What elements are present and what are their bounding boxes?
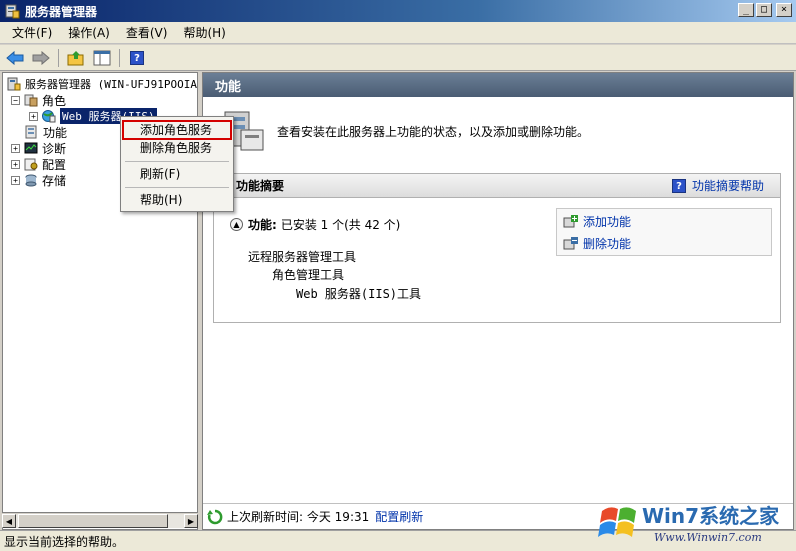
horizontal-scrollbar[interactable]: ◀ ▶ <box>2 512 198 528</box>
tree-item-features[interactable]: 功能 <box>25 124 67 140</box>
toolbar-separator <box>58 48 59 67</box>
server-icon <box>7 77 21 91</box>
intro-text: 查看安装在此服务器上功能的状态，以及添加或删除功能。 <box>277 124 590 139</box>
toolbar: ? <box>0 45 796 71</box>
storage-icon <box>24 173 38 187</box>
minimize-button[interactable]: _ <box>738 3 754 17</box>
up-folder-icon[interactable] <box>65 48 87 68</box>
actions-panel: 添加功能 删除功能 <box>556 208 772 256</box>
add-feature-icon <box>563 214 579 228</box>
menu-view[interactable]: 查看(V) <box>118 24 176 41</box>
back-arrow-icon[interactable] <box>4 48 26 68</box>
window-controls: _ □ × <box>738 3 792 17</box>
context-menu: 添加角色服务 删除角色服务 刷新(F) 帮助(H) <box>120 116 234 212</box>
menu-file[interactable]: 文件(F) <box>4 24 60 41</box>
menu-separator <box>125 161 229 162</box>
show-hide-tree-icon[interactable] <box>91 48 113 68</box>
feature-item: 远程服务器管理工具 <box>248 250 357 264</box>
expand-toggle[interactable]: + <box>11 175 20 185</box>
server-manager-icon <box>4 3 20 19</box>
expand-toggle[interactable]: + <box>11 143 20 153</box>
remove-feature-icon <box>563 236 579 250</box>
scroll-thumb[interactable] <box>18 513 168 528</box>
tree-item-roles[interactable]: − 角色 <box>11 92 66 108</box>
window-title: 服务器管理器 <box>25 4 98 19</box>
tree-item-config[interactable]: + 配置 <box>11 156 66 172</box>
forward-arrow-icon[interactable] <box>30 48 52 68</box>
close-button[interactable]: × <box>776 3 792 17</box>
menu-add-role-service[interactable]: 添加角色服务 <box>122 120 232 140</box>
tree-item-diagnostics[interactable]: + 诊断 <box>11 140 66 156</box>
help-icon[interactable]: ? <box>126 48 148 68</box>
maximize-button[interactable]: □ <box>756 3 772 17</box>
toolbar-separator <box>119 48 120 67</box>
tree-label: 功能 <box>43 125 68 140</box>
diagnostics-icon <box>24 141 38 155</box>
last-refresh-text: 上次刷新时间: 今天 19:31 <box>227 510 370 524</box>
svg-text:Www.Winwin7.com: Www.Winwin7.com <box>654 531 762 544</box>
configure-refresh-link[interactable]: 配置刷新 <box>375 508 423 525</box>
menu-separator <box>125 187 229 188</box>
features-status-line: ▲ 功能: 已安装 1 个(共 42 个) <box>230 216 400 233</box>
summary-help-label: 功能摘要帮助 <box>691 179 764 193</box>
config-icon <box>24 157 38 171</box>
menu-bar: 文件(F) 操作(A) 查看(V) 帮助(H) <box>0 22 796 44</box>
menu-action[interactable]: 操作(A) <box>60 24 118 41</box>
tree-label: 诊断 <box>42 141 67 156</box>
summary-help-link[interactable]: ? 功能摘要帮助 <box>671 177 764 194</box>
scroll-track[interactable] <box>16 513 184 528</box>
roles-icon <box>24 93 38 107</box>
scroll-left-icon[interactable]: ◀ <box>2 513 16 528</box>
remove-feature-label: 删除功能 <box>583 236 632 251</box>
add-feature-link[interactable]: 添加功能 <box>557 211 771 231</box>
win7-watermark-logo: Win7系统之家 Www.Winwin7.com <box>596 495 792 549</box>
add-feature-label: 添加功能 <box>583 214 632 229</box>
summary-header: 功能摘要 ? 功能摘要帮助 <box>214 174 780 198</box>
globe-icon <box>42 109 56 123</box>
refresh-icon <box>207 509 223 525</box>
title-bar: 服务器管理器 _ □ × <box>0 0 796 22</box>
features-icon <box>25 125 39 139</box>
feature-item: Web 服务器(IIS)工具 <box>296 287 422 301</box>
features-label: 功能: <box>248 218 277 232</box>
pane-header: 功能 <box>203 73 793 97</box>
collapse-section-icon[interactable]: ▲ <box>230 218 243 231</box>
scroll-right-icon[interactable]: ▶ <box>184 513 198 528</box>
remove-feature-link[interactable]: 删除功能 <box>557 233 771 253</box>
tree-label: 服务器管理器 (WIN-UFJ91POOIA <box>25 78 197 91</box>
tree-label: 配置 <box>42 157 67 172</box>
tree-item-server-manager[interactable]: 服务器管理器 (WIN-UFJ91POOIA <box>7 76 197 92</box>
menu-remove-role-service[interactable]: 删除角色服务 <box>123 139 231 157</box>
details-pane: 功能 查看安装在此服务器上功能的状态，以及添加或删除功能。 功能摘要 ? 功能摘… <box>202 72 794 530</box>
intro-section: 查看安装在此服务器上功能的状态，以及添加或删除功能。 <box>221 103 781 159</box>
expand-toggle[interactable]: + <box>29 111 38 121</box>
menu-refresh[interactable]: 刷新(F) <box>123 165 231 183</box>
features-summary: 功能摘要 ? 功能摘要帮助 ▲ 功能: 已安装 1 个(共 42 个) 远程服务… <box>213 173 781 323</box>
menu-help[interactable]: 帮助(H) <box>175 24 233 41</box>
collapse-toggle[interactable]: − <box>11 95 20 105</box>
tree-label: 角色 <box>42 93 67 108</box>
tree-item-storage[interactable]: + 存储 <box>11 172 66 188</box>
tree-label: 存储 <box>42 173 67 188</box>
summary-title: 功能摘要 <box>236 179 285 193</box>
menu-help-item[interactable]: 帮助(H) <box>123 191 231 209</box>
help-icon: ? <box>671 178 686 193</box>
features-status: 已安装 1 个(共 42 个) <box>280 218 401 232</box>
feature-item: 角色管理工具 <box>272 268 345 282</box>
svg-text:Win7系统之家: Win7系统之家 <box>642 504 780 528</box>
expand-toggle[interactable]: + <box>11 159 20 169</box>
status-text: 显示当前选择的帮助。 <box>4 534 125 549</box>
